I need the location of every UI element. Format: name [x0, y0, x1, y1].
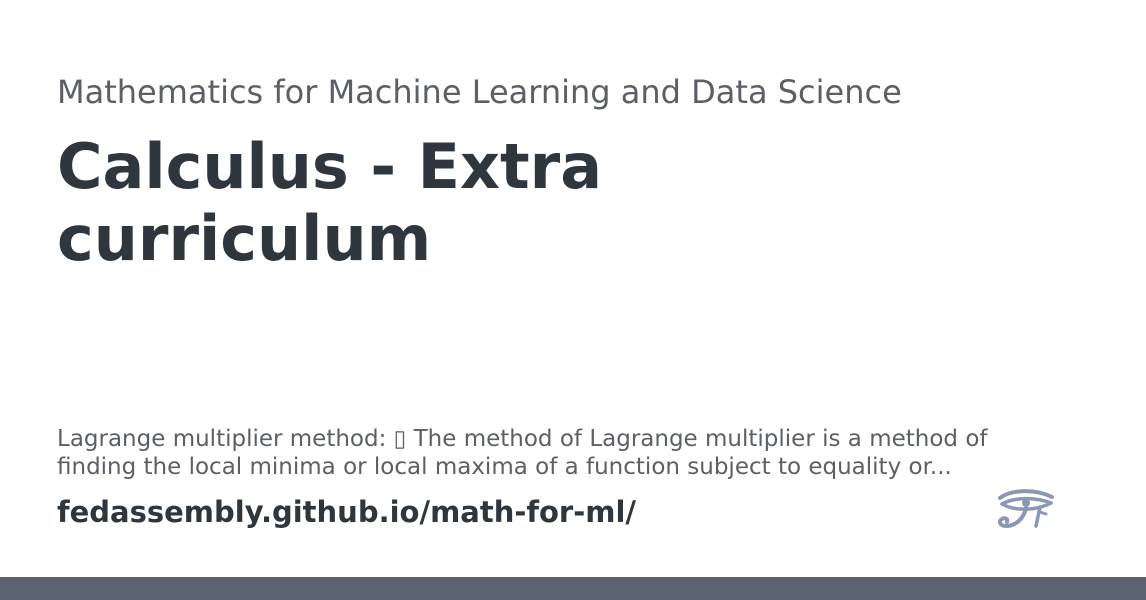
page-title: Calculus - Extra curriculum: [57, 130, 603, 275]
social-preview-card: Mathematics for Machine Learning and Dat…: [0, 0, 1146, 600]
site-url[interactable]: fedassembly.github.io/math-for-ml/: [57, 493, 636, 531]
footer-bar: [0, 577, 1146, 600]
page-description: Lagrange multiplier method: ▯ The method…: [57, 426, 988, 480]
eye-of-horus-icon: [997, 489, 1054, 528]
site-name: Mathematics for Machine Learning and Dat…: [57, 73, 902, 111]
